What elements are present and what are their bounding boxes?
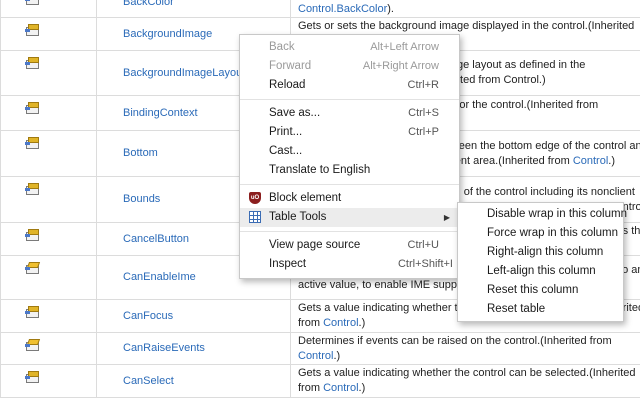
property-name-link[interactable]: BackgroundImage	[123, 28, 212, 40]
property-icon	[25, 371, 39, 383]
property-icon	[25, 0, 39, 5]
property-description: Gets or sets the background color for th…	[290, 0, 640, 18]
property-icon-cell	[0, 0, 97, 18]
menu-item-forward: Forward Alt+Right Arrow	[269, 60, 439, 72]
description-text: .)	[358, 317, 366, 329]
context-menu: Back Alt+Left Arrow Forward Alt+Right Arro…	[239, 34, 460, 279]
menu-item-view-source[interactable]: View page source Ctrl+U	[240, 236, 459, 255]
submenu-arrow-icon: ▶	[443, 213, 450, 222]
description-link[interactable]: Control	[298, 350, 333, 362]
property-icon	[25, 229, 39, 241]
description-link[interactable]: Control	[573, 155, 608, 167]
submenu-item-reset-column[interactable]: Reset this column	[458, 281, 623, 300]
menu-separator	[240, 231, 459, 232]
menu-separator	[240, 99, 459, 100]
ublock-icon: uO	[249, 192, 261, 204]
property-description: Determines if events can be raised on th…	[290, 332, 640, 365]
menu-item-print[interactable]: Print... Ctrl+P	[240, 123, 459, 142]
property-icon	[25, 24, 39, 36]
table-row: CanRaiseEvents Determines if events can b…	[0, 332, 640, 365]
property-description: Gets a value indicating whether the cont…	[290, 364, 640, 398]
property-name-link[interactable]: CanSelect	[123, 375, 174, 387]
property-name-link[interactable]: Bounds	[123, 193, 160, 205]
property-icon-cell	[0, 130, 97, 177]
table-tools-submenu: Disable wrap in this column Force wrap i…	[457, 202, 627, 322]
menu-item-block-element[interactable]: uO Block element	[240, 189, 459, 208]
property-name-link[interactable]: CanRaiseEvents	[123, 342, 205, 354]
property-icon-cell	[0, 17, 97, 51]
property-icon	[25, 57, 39, 69]
submenu-item-right-align[interactable]: Right-align this column	[458, 243, 623, 262]
property-icon	[25, 183, 39, 195]
menu-separator	[240, 184, 459, 185]
property-name-link[interactable]: CanFocus	[123, 310, 173, 322]
submenu-item-reset-table[interactable]: Reset table	[458, 300, 623, 319]
property-icon-cell	[0, 299, 97, 333]
description-link[interactable]: Control	[323, 382, 358, 394]
property-name-link[interactable]: Bottom	[123, 147, 158, 159]
description-text: .)	[608, 154, 616, 167]
property-icon-cell	[0, 332, 97, 365]
menu-item-table-tools[interactable]: Table Tools ▶	[240, 208, 459, 227]
menu-item-back: Back Alt+Left Arrow	[269, 41, 439, 53]
submenu-item-force-wrap[interactable]: Force wrap in this column	[458, 224, 623, 243]
property-name-link[interactable]: BackgroundImageLayout	[123, 67, 245, 79]
menu-item-translate[interactable]: Translate to English	[240, 161, 459, 180]
menu-item-reload[interactable]: Reload Ctrl+R	[240, 76, 459, 95]
property-icon-cell	[0, 222, 97, 256]
description-text: ).	[387, 3, 394, 15]
property-icon-cell	[0, 95, 97, 131]
property-icon-cell	[0, 50, 97, 96]
property-name-link[interactable]: CancelButton	[123, 233, 189, 245]
property-icon-cell	[0, 255, 97, 300]
menu-item-cast[interactable]: Cast...	[240, 142, 459, 161]
property-icon	[25, 137, 39, 149]
property-name-link[interactable]: CanEnableIme	[123, 271, 196, 283]
submenu-item-left-align[interactable]: Left-align this column	[458, 262, 623, 281]
table-row: BackColor Gets or sets the background col…	[0, 0, 640, 18]
table-row: CanSelect Gets a value indicating whether…	[0, 364, 640, 398]
property-icon-cell	[0, 176, 97, 223]
property-name-link[interactable]: BackColor	[123, 0, 174, 8]
property-icon	[25, 262, 41, 274]
property-icon	[25, 306, 39, 318]
property-name-link[interactable]: BindingContext	[123, 107, 198, 119]
description-link[interactable]: Control.BackColor	[298, 3, 387, 15]
description-link[interactable]: Control	[323, 317, 358, 329]
menu-item-inspect[interactable]: Inspect Ctrl+Shift+I	[240, 255, 459, 274]
table-icon	[249, 211, 261, 223]
menu-item-save-as[interactable]: Save as... Ctrl+S	[240, 104, 459, 123]
description-text: .)	[358, 382, 366, 394]
submenu-item-disable-wrap[interactable]: Disable wrap in this column	[458, 205, 627, 224]
property-icon	[25, 102, 39, 114]
description-text: .)	[333, 349, 341, 362]
property-icon	[25, 339, 41, 351]
property-icon-cell	[0, 364, 97, 398]
description-text: Determines if events can be raised on th…	[298, 334, 612, 347]
